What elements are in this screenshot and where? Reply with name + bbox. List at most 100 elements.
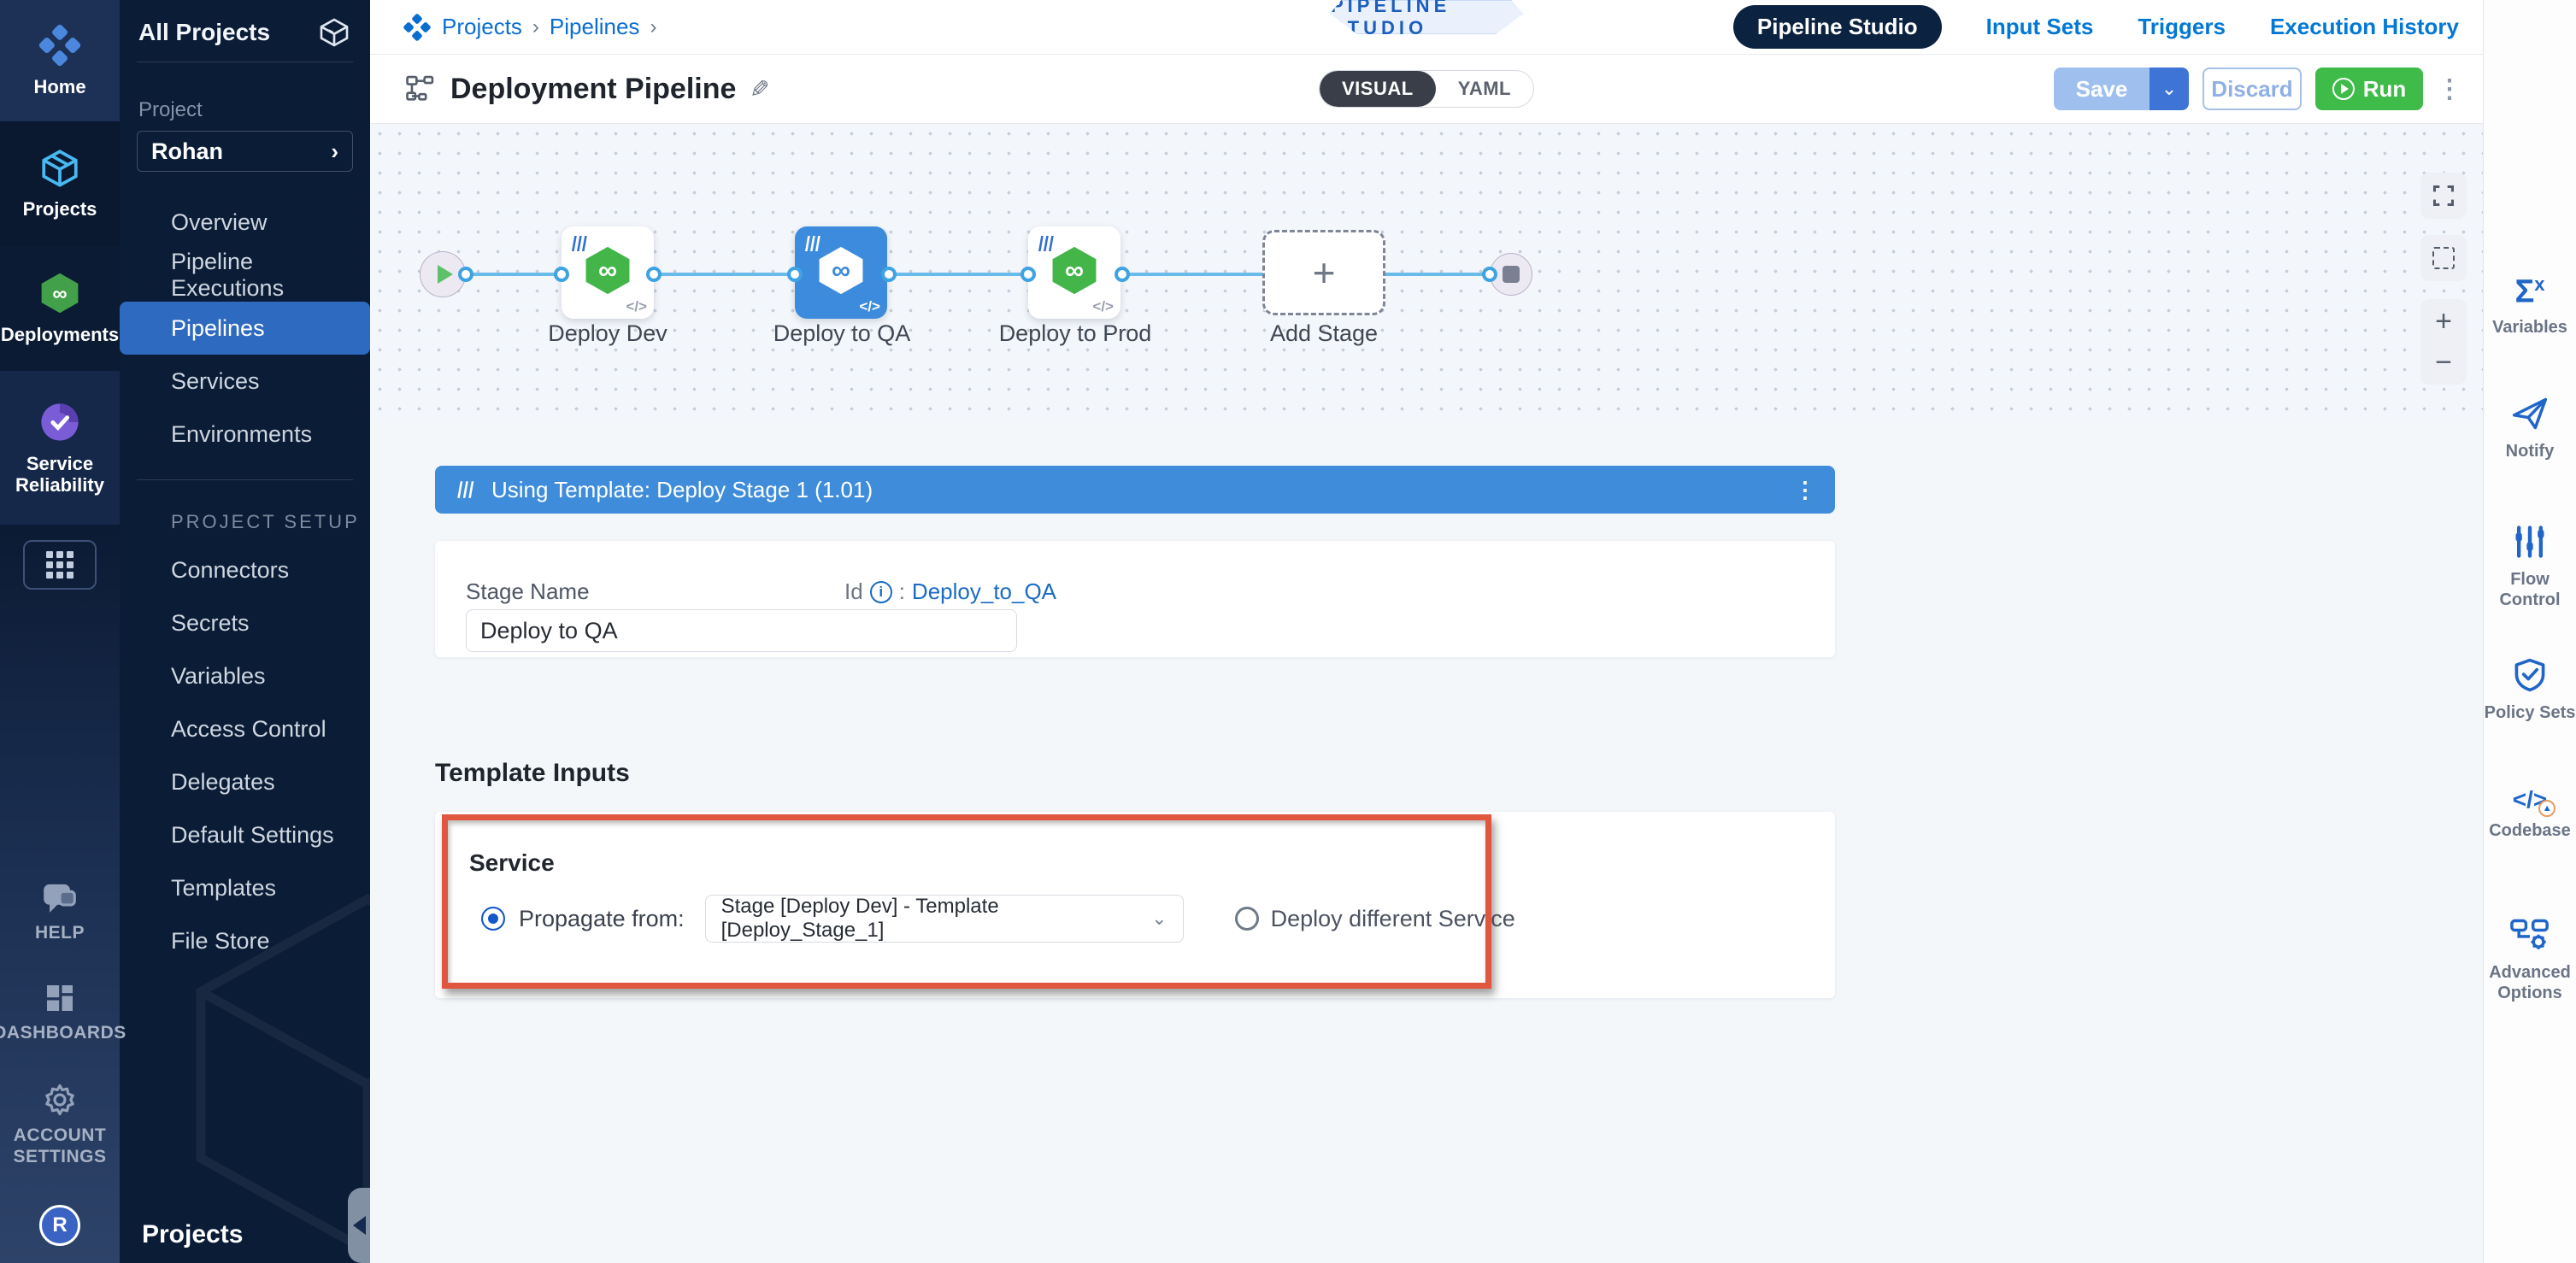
stage-label-deploy-dev: Deploy Dev: [514, 320, 702, 347]
toggle-visual[interactable]: VISUAL: [1320, 71, 1436, 107]
flow-control-sliders-icon: [2511, 523, 2549, 561]
sidebar-item-pipeline-executions[interactable]: Pipeline Executions: [120, 249, 370, 302]
nav-deployments-label: Deployments: [1, 324, 119, 345]
module-picker-button[interactable]: [23, 540, 97, 590]
nav-projects-label: Projects: [23, 198, 97, 220]
sidebar-item-variables[interactable]: Variables: [120, 649, 370, 702]
fullscreen-button[interactable]: [2420, 173, 2467, 219]
notify-paper-plane-icon: [2509, 395, 2550, 432]
propagate-service-dropdown[interactable]: Stage [Deploy Dev] - Template [Deploy_St…: [705, 895, 1184, 943]
ribbon-label: PIPELINE STUDIO: [1331, 0, 1522, 39]
variables-tool[interactable]: Σx Variables: [2484, 275, 2576, 338]
selection-tool-button[interactable]: [2420, 235, 2467, 281]
connector-dot: [1020, 267, 1036, 282]
codebase-tool[interactable]: </>▲ Codebase: [2484, 788, 2576, 841]
info-icon[interactable]: i: [870, 581, 892, 603]
sidebar-item-label: Connectors: [171, 557, 289, 584]
discard-button[interactable]: Discard: [2203, 68, 2302, 110]
save-button[interactable]: Save: [2054, 68, 2150, 110]
nav-deployments[interactable]: ∞ Deployments: [0, 246, 120, 371]
deploy-different-service-radio[interactable]: [1235, 907, 1259, 931]
sidebar-item-connectors[interactable]: Connectors: [120, 543, 370, 596]
connector-dot: [787, 267, 803, 282]
tab-pipeline-studio[interactable]: Pipeline Studio: [1733, 5, 1942, 49]
policy-sets-tool[interactable]: Policy Sets: [2484, 656, 2576, 723]
sidebar-item-label: Overview: [171, 209, 268, 236]
id-label: Id: [844, 579, 863, 605]
user-avatar[interactable]: R: [39, 1205, 80, 1246]
view-toggle[interactable]: VISUAL YAML: [1319, 70, 1534, 108]
gear-icon: [42, 1082, 78, 1118]
account-settings-label: ACCOUNT SETTINGS: [0, 1125, 120, 1167]
help-chat-icon: ?: [42, 883, 78, 915]
sidebar-item-services[interactable]: Services: [120, 355, 370, 408]
avatar-initial: R: [52, 1213, 67, 1237]
stage-label-deploy-to-prod: Deploy to Prod: [981, 320, 1169, 347]
more-options-kebab[interactable]: ⋮: [2437, 74, 2462, 104]
nav-projects[interactable]: Projects: [0, 121, 120, 246]
global-nav-rail: Home Projects ∞ Deployments Service Reli…: [0, 0, 120, 1263]
help-button[interactable]: ? HELP: [35, 883, 85, 943]
add-stage-node[interactable]: +: [1262, 230, 1385, 315]
stage-node-deploy-dev[interactable]: ∞ </>: [562, 226, 654, 319]
pipeline-canvas[interactable]: ∞ </> ∞ </> ∞: [370, 124, 2483, 419]
breadcrumb: Projects › Pipelines ›: [370, 13, 656, 42]
save-dropdown-button[interactable]: ⌄: [2150, 68, 2189, 110]
breadcrumb-projects[interactable]: Projects: [442, 14, 522, 40]
all-projects-cube-icon[interactable]: [317, 15, 351, 50]
stage-name-input[interactable]: [466, 609, 1017, 652]
tab-execution-history[interactable]: Execution History: [2270, 14, 2459, 40]
cd-hexagon-icon: ∞: [38, 271, 82, 315]
account-settings-button[interactable]: ACCOUNT SETTINGS: [0, 1082, 120, 1167]
play-icon: [2332, 78, 2355, 100]
sidebar-item-label: Environments: [171, 421, 312, 448]
projects-section-label[interactable]: Projects: [142, 1220, 243, 1249]
grid-icon: [46, 551, 74, 579]
cd-hexagon-icon: ∞: [815, 244, 867, 302]
zoom-controls: + −: [2420, 299, 2467, 385]
fullscreen-icon: [2432, 184, 2455, 208]
project-setup-label: PROJECT SETUP: [171, 511, 370, 533]
template-options-kebab[interactable]: ⋮: [1794, 477, 1816, 503]
sidebar-item-delegates[interactable]: Delegates: [120, 755, 370, 808]
tool-label: Flow Control: [2484, 569, 2576, 610]
nav-home[interactable]: Home: [0, 0, 120, 121]
variables-icon: Σx: [2514, 275, 2544, 308]
stop-icon: [1503, 266, 1520, 283]
cd-hexagon-icon: ∞: [1048, 244, 1101, 302]
svg-text:∞: ∞: [52, 283, 67, 306]
stage-id-value[interactable]: Deploy_to_QA: [912, 579, 1056, 605]
dashboards-label: DASHBOARDS: [0, 1022, 126, 1043]
run-button[interactable]: Run: [2315, 68, 2423, 110]
propagate-from-radio-selected[interactable]: [481, 907, 505, 931]
zoom-in-button[interactable]: +: [2435, 307, 2452, 336]
zoom-out-button[interactable]: −: [2435, 348, 2452, 377]
sidebar-item-secrets[interactable]: Secrets: [120, 596, 370, 649]
template-library-icon: [456, 479, 478, 501]
sidebar-item-overview[interactable]: Overview: [120, 196, 370, 249]
chevron-right-icon: ›: [331, 138, 338, 165]
sidebar-collapse-button[interactable]: [348, 1188, 370, 1263]
edit-pencil-icon[interactable]: ✎: [750, 75, 769, 103]
stage-node-deploy-to-prod[interactable]: ∞ </>: [1028, 226, 1120, 319]
notify-tool[interactable]: Notify: [2484, 395, 2576, 461]
reliability-icon: [38, 400, 82, 444]
all-projects-label[interactable]: All Projects: [138, 19, 270, 46]
advanced-options-tool[interactable]: Advanced Options: [2484, 916, 2576, 1003]
toggle-yaml[interactable]: YAML: [1436, 71, 1533, 107]
tab-input-sets[interactable]: Input Sets: [1986, 14, 2094, 40]
sidebar-item-environments[interactable]: Environments: [120, 408, 370, 461]
stage-label-deploy-to-qa: Deploy to QA: [748, 320, 936, 347]
connector-dot: [646, 267, 662, 282]
nav-service-reliability[interactable]: Service Reliability: [0, 371, 120, 525]
flow-control-tool[interactable]: Flow Control: [2484, 523, 2576, 610]
sidebar-item-access-control[interactable]: Access Control: [120, 702, 370, 755]
connector-dot: [1115, 267, 1130, 282]
tab-triggers[interactable]: Triggers: [2138, 14, 2226, 40]
stage-node-deploy-to-qa-selected[interactable]: ∞ </>: [795, 226, 887, 319]
breadcrumb-pipelines[interactable]: Pipelines: [550, 14, 640, 40]
project-selector[interactable]: Rohan ›: [137, 131, 353, 172]
dashboards-button[interactable]: DASHBOARDS: [0, 981, 126, 1043]
sidebar-item-pipelines[interactable]: Pipelines: [120, 302, 370, 355]
run-label: Run: [2363, 76, 2407, 103]
